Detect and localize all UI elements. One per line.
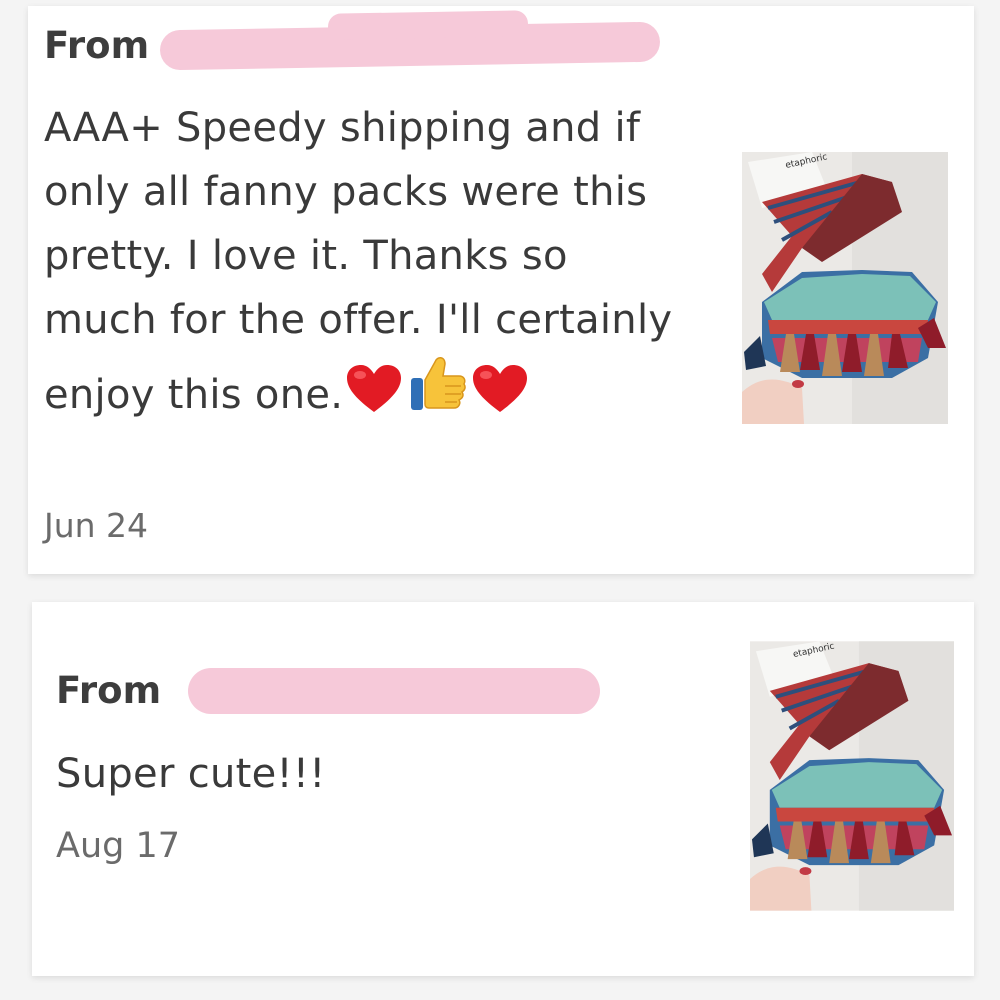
fanny-pack-image: etaphoric [742, 152, 948, 424]
reviewer-row: From [56, 666, 161, 714]
review-card: From Super cute!!! Aug 17 etaphoric [32, 602, 974, 976]
review-text: AAA+ Speedy shipping and if only all fan… [44, 96, 684, 427]
review-date: Jun 24 [44, 506, 149, 545]
thumbs-up-icon [411, 357, 467, 410]
reviewer-row: From [44, 22, 149, 68]
red-heart-icon [347, 365, 402, 412]
fanny-pack-image: etaphoric [750, 641, 954, 911]
redacted-reviewer-name [188, 668, 600, 714]
redacted-reviewer-name-overlay [327, 10, 529, 40]
review-card: From AAA+ Speedy shipping and if only al… [28, 6, 974, 574]
review-date: Aug 17 [56, 826, 181, 866]
from-label: From [44, 23, 150, 67]
red-heart-icon [473, 365, 528, 412]
product-thumbnail[interactable]: etaphoric [742, 152, 948, 424]
from-label: From [56, 668, 162, 712]
review-text: Super cute!!! [56, 751, 326, 797]
emoji-row [345, 352, 529, 414]
product-thumbnail[interactable]: etaphoric [750, 640, 954, 912]
